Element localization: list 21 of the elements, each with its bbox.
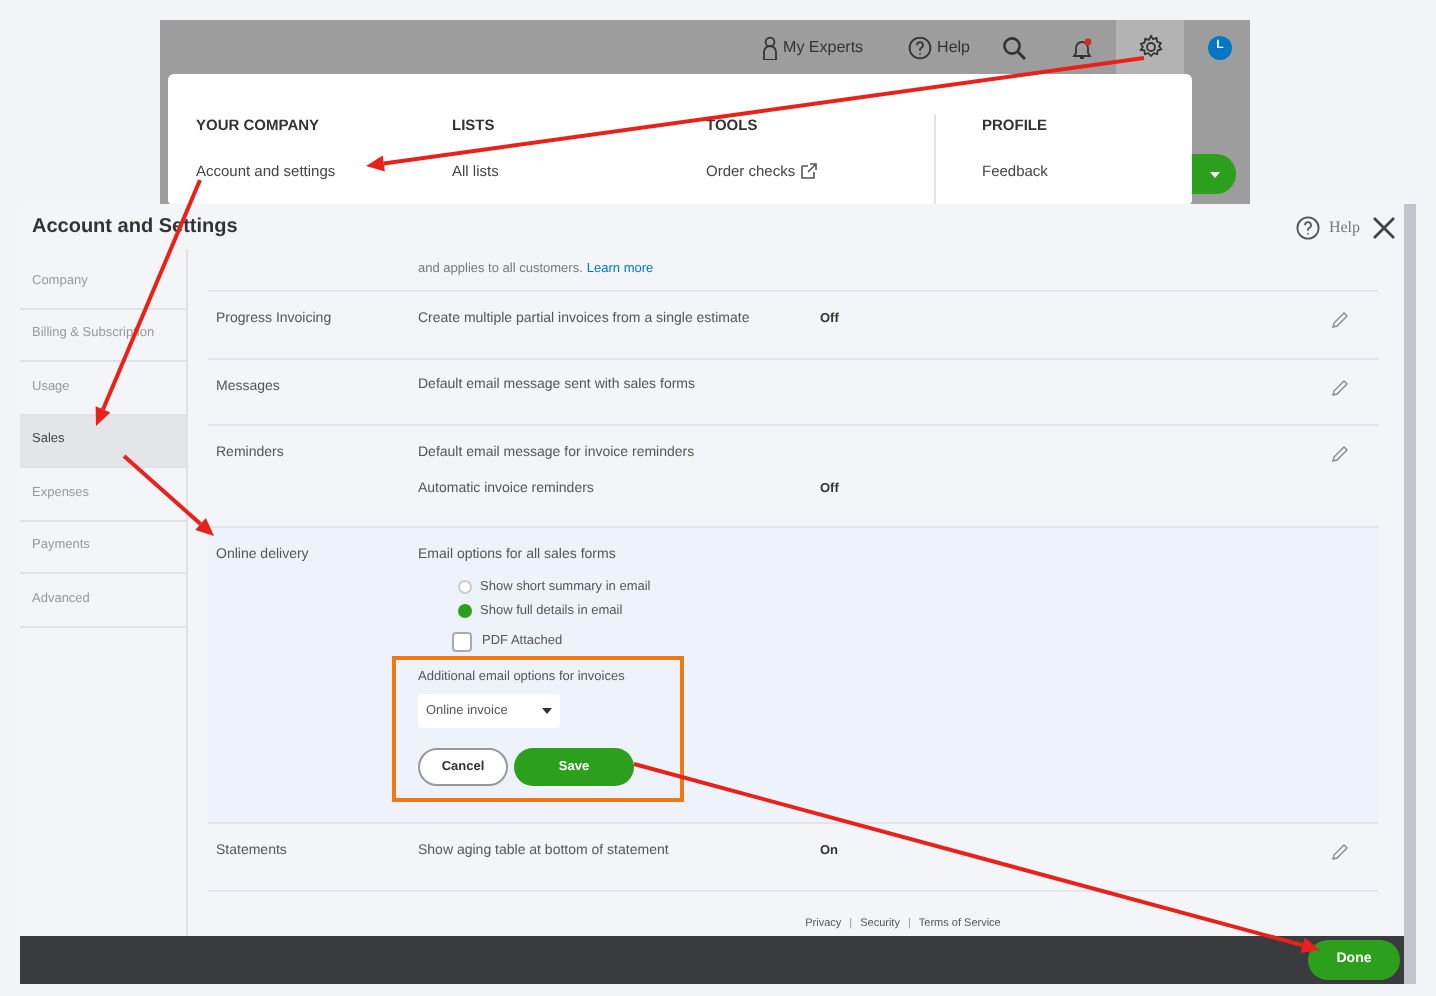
settings-icon — [1137, 34, 1163, 60]
help-icon — [1296, 215, 1321, 239]
radio-button[interactable] — [458, 604, 472, 619]
my-experts-link[interactable]: My Experts — [761, 35, 864, 59]
close-icon[interactable] — [1372, 215, 1396, 239]
help-button[interactable]: Help — [1296, 215, 1360, 239]
edit-icon[interactable] — [1330, 444, 1350, 464]
help-link[interactable]: Help — [907, 35, 970, 59]
person-icon — [761, 35, 778, 59]
settings-button[interactable] — [1116, 20, 1184, 74]
radio-button[interactable] — [458, 580, 472, 595]
help-icon — [907, 35, 932, 59]
caret-icon — [542, 708, 552, 715]
bell-icon[interactable] — [1070, 35, 1094, 59]
search-icon[interactable] — [1002, 35, 1026, 59]
edit-icon[interactable] — [1330, 310, 1350, 330]
annotation-arrow — [122, 454, 214, 536]
checkbox[interactable] — [452, 631, 472, 651]
edit-icon[interactable] — [1330, 842, 1350, 863]
edit-icon[interactable] — [1330, 377, 1350, 397]
caret-icon — [1209, 171, 1219, 177]
